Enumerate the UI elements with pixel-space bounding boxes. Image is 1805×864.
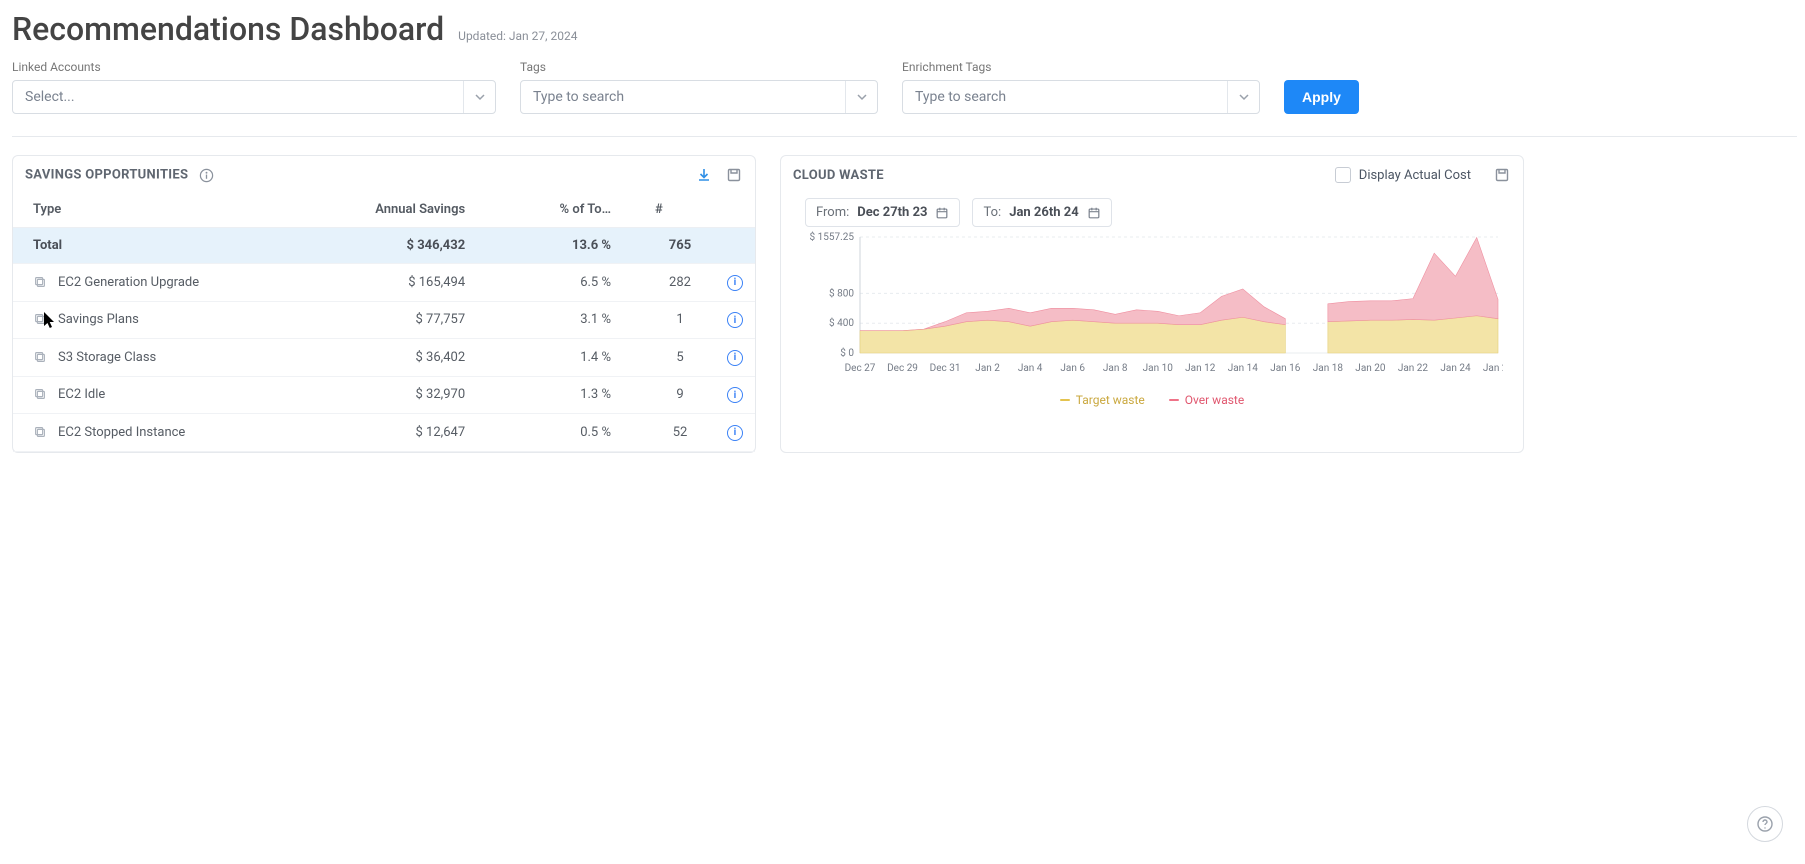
cloud-waste-chart: $ 0 $ 400 $ 800 $ 1557.25 Dec 27 Dec 29 Dec 31… (801, 231, 1503, 381)
svg-text:Jan 12: Jan 12 (1185, 363, 1216, 374)
linked-accounts-select[interactable]: Select... (12, 80, 496, 114)
legend-target-waste[interactable]: Target waste (1076, 393, 1145, 407)
table-row[interactable]: EC2 Stopped Instance $ 12,6470.5 %52 i (13, 414, 755, 452)
date-from-picker[interactable]: From: Dec 27th 23 (805, 198, 960, 227)
chart-legend: Target waste Over waste (781, 393, 1523, 415)
info-icon[interactable]: i (727, 350, 743, 366)
tags-placeholder: Type to search (521, 89, 636, 105)
table-row[interactable]: Savings Plans $ 77,7573.1 %1i (13, 301, 755, 339)
copy-icon[interactable] (33, 387, 48, 402)
download-icon[interactable] (695, 166, 713, 184)
svg-text:Jan 24: Jan 24 (1440, 363, 1471, 374)
filter-label-linked-accounts: Linked Accounts (12, 60, 496, 74)
svg-text:Dec 29: Dec 29 (887, 363, 918, 374)
tags-select[interactable]: Type to search (520, 80, 878, 114)
row-pct: 0.5 % (505, 414, 645, 452)
info-icon[interactable]: i (727, 312, 743, 328)
chevron-down-icon (463, 81, 495, 113)
row-pct: 1.4 % (505, 339, 645, 377)
date-to-picker[interactable]: To: Jan 26th 24 (972, 198, 1111, 227)
svg-text:Jan 22: Jan 22 (1398, 363, 1429, 374)
row-savings: $ 165,494 (300, 264, 505, 302)
display-actual-cost-label: Display Actual Cost (1359, 168, 1471, 183)
svg-text:Jan 8: Jan 8 (1103, 363, 1128, 374)
row-savings: $ 36,402 (300, 339, 505, 377)
col-header-type[interactable]: Type (13, 192, 300, 228)
page-header: Recommendations Dashboard Updated: Jan 2… (12, 10, 1797, 48)
table-row[interactable]: EC2 Generation Upgrade $ 165,4946.5 %282 i (13, 264, 755, 302)
cloud-waste-panel: CLOUD WASTE Display Actual Cost From: De… (780, 155, 1524, 453)
row-type-label: S3 Storage Class (58, 350, 156, 365)
svg-text:$ 800: $ 800 (829, 286, 854, 299)
page-updated: Updated: Jan 27, 2024 (458, 29, 577, 43)
display-actual-cost-checkbox[interactable] (1335, 167, 1351, 183)
row-type-label: EC2 Idle (58, 387, 105, 402)
row-type-label: Savings Plans (58, 312, 139, 327)
info-icon[interactable]: i (727, 387, 743, 403)
svg-text:Jan 18: Jan 18 (1313, 363, 1344, 374)
page-title: Recommendations Dashboard (12, 10, 444, 48)
svg-text:Jan 4: Jan 4 (1018, 363, 1043, 374)
row-type-label: EC2 Generation Upgrade (58, 275, 199, 290)
svg-text:Jan 20: Jan 20 (1355, 363, 1386, 374)
total-row[interactable]: Total $ 346,432 13.6 % 765 (13, 228, 755, 264)
svg-text:Jan 16: Jan 16 (1270, 363, 1301, 374)
enrichment-tags-select[interactable]: Type to search (902, 80, 1260, 114)
linked-accounts-placeholder: Select... (13, 89, 87, 105)
row-count: 282 (645, 264, 715, 302)
filter-bar: Linked Accounts Select... Tags Type to s… (12, 54, 1797, 137)
svg-text:Dec 31: Dec 31 (930, 363, 961, 374)
table-row[interactable]: S3 Storage Class $ 36,4021.4 %5i (13, 339, 755, 377)
row-count: 5 (645, 339, 715, 377)
col-header-pct-total[interactable]: % of To… (505, 192, 645, 228)
svg-text:$ 400: $ 400 (829, 316, 854, 329)
copy-icon[interactable] (33, 312, 48, 327)
chevron-down-icon (845, 81, 877, 113)
row-type-label: EC2 Stopped Instance (58, 425, 185, 440)
cloud-waste-title: CLOUD WASTE (793, 168, 884, 183)
row-count: 1 (645, 301, 715, 339)
info-icon[interactable]: i (727, 275, 743, 291)
copy-icon[interactable] (33, 275, 48, 290)
copy-icon[interactable] (33, 350, 48, 365)
calendar-icon (935, 206, 949, 220)
svg-text:$ 0: $ 0 (840, 346, 854, 359)
chevron-down-icon (1227, 81, 1259, 113)
table-row[interactable]: EC2 Idle $ 32,9701.3 %9i (13, 376, 755, 414)
svg-text:Dec 27: Dec 27 (845, 363, 876, 374)
info-icon[interactable] (198, 166, 216, 184)
row-pct: 3.1 % (505, 301, 645, 339)
svg-text:Jan 2: Jan 2 (975, 363, 1000, 374)
row-pct: 6.5 % (505, 264, 645, 302)
filter-label-tags: Tags (520, 60, 878, 74)
legend-over-waste[interactable]: Over waste (1185, 393, 1244, 407)
row-count: 9 (645, 376, 715, 414)
savings-opportunities-title: SAVINGS OPPORTUNITIES (25, 166, 216, 184)
row-savings: $ 12,647 (300, 414, 505, 452)
col-header-count[interactable]: # (645, 192, 715, 228)
svg-text:Jan 10: Jan 10 (1143, 363, 1174, 374)
savings-table: Type Annual Savings % of To… # Total $ 3… (13, 192, 755, 452)
copy-icon[interactable] (33, 425, 48, 440)
row-count: 52 (645, 414, 715, 452)
col-header-annual-savings[interactable]: Annual Savings (300, 192, 505, 228)
calendar-icon (1087, 206, 1101, 220)
enrichment-placeholder: Type to search (903, 89, 1018, 105)
save-icon[interactable] (725, 166, 743, 184)
svg-text:Jan 26: Jan 26 (1483, 363, 1503, 374)
apply-button[interactable]: Apply (1284, 80, 1359, 114)
svg-text:Jan 6: Jan 6 (1060, 363, 1085, 374)
info-icon[interactable]: i (727, 425, 743, 441)
svg-text:Jan 14: Jan 14 (1228, 363, 1259, 374)
row-savings: $ 77,757 (300, 301, 505, 339)
row-savings: $ 32,970 (300, 376, 505, 414)
savings-opportunities-panel: SAVINGS OPPORTUNITIES (12, 155, 756, 453)
filter-label-enrichment: Enrichment Tags (902, 60, 1260, 74)
help-button[interactable] (1747, 806, 1783, 842)
svg-text:$ 1557.25: $ 1557.25 (810, 231, 855, 243)
save-icon[interactable] (1493, 166, 1511, 184)
row-pct: 1.3 % (505, 376, 645, 414)
